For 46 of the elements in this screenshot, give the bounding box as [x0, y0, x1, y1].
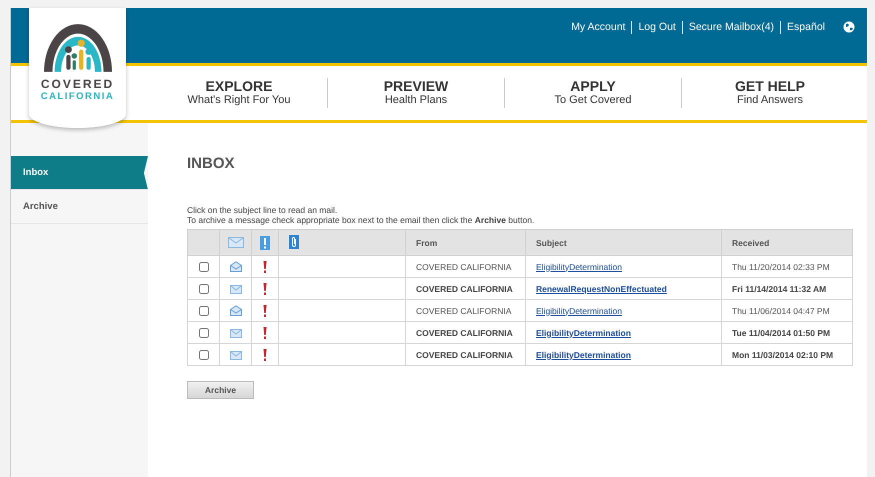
exclamation-icon	[263, 326, 267, 338]
table-cell: COVERED CALIFORNIA	[406, 322, 526, 344]
attachment-icon	[289, 234, 299, 248]
header-link[interactable]: My Account	[571, 21, 626, 33]
row-checkbox[interactable]	[198, 284, 208, 294]
exclamation-icon	[263, 348, 267, 360]
column-header: From	[406, 230, 526, 256]
table-cell: Thu 11/20/2014 02:33 PM	[722, 256, 852, 278]
table-cell: Fri 11/14/2014 11:32 AM	[722, 278, 852, 300]
logo-text: CALIFORNIA	[40, 91, 114, 103]
row-checkbox[interactable]	[198, 306, 208, 316]
table-cell: COVERED CALIFORNIA	[406, 256, 526, 278]
table-cell: COVERED CALIFORNIA	[406, 300, 526, 322]
archive-button[interactable]: Archive	[187, 381, 254, 399]
subject-link[interactable]: EligibilityDetermination	[536, 262, 622, 272]
page-title: INBOX	[187, 155, 236, 172]
globe-icon[interactable]	[843, 21, 855, 33]
header-link[interactable]: Secure Mailbox(4)	[688, 21, 774, 33]
table-cell: Tue 11/04/2014 01:50 PM	[722, 322, 852, 344]
table-cell: COVERED CALIFORNIA	[406, 278, 526, 300]
header-link[interactable]: Log Out	[638, 21, 676, 33]
row-checkbox[interactable]	[198, 350, 208, 360]
logo-icon	[44, 24, 112, 72]
nav-menu-item[interactable]: EXPLORE What's Right For You	[151, 78, 328, 108]
exclamation-icon	[263, 304, 267, 316]
table-cell: COVERED CALIFORNIA	[406, 344, 526, 366]
table-cell: Thu 11/06/2014 04:47 PM	[722, 300, 852, 322]
instruction-text: Click on the subject line to read an mail.	[187, 205, 338, 215]
instruction-text: To archive a message check appropriate box next to the email then click the Archive button.	[187, 215, 536, 225]
exclamation-icon	[263, 282, 267, 294]
envelope-icon	[228, 237, 244, 248]
header-link[interactable]: Español	[787, 21, 825, 33]
column-header: Received	[722, 230, 852, 256]
row-checkbox[interactable]	[198, 328, 208, 338]
sidebar-item[interactable]: Inbox	[11, 156, 148, 190]
exclamation-icon	[263, 260, 267, 272]
nav-menu-item[interactable]: APPLY To Get Covered	[505, 78, 682, 108]
sidebar-item[interactable]: Archive	[11, 190, 148, 224]
nav-menu-item[interactable]: PREVIEW Health Plans	[328, 78, 505, 108]
logo-text: COVERED	[40, 78, 114, 91]
subject-link[interactable]: EligibilityDetermination	[536, 306, 622, 316]
column-header: Subject	[526, 230, 722, 256]
nav-menu-item[interactable]: GET HELP Find Answers	[682, 78, 858, 108]
table-cell: Mon 11/03/2014 02:10 PM	[722, 344, 852, 366]
row-checkbox[interactable]	[198, 262, 208, 272]
priority-icon	[260, 236, 270, 250]
